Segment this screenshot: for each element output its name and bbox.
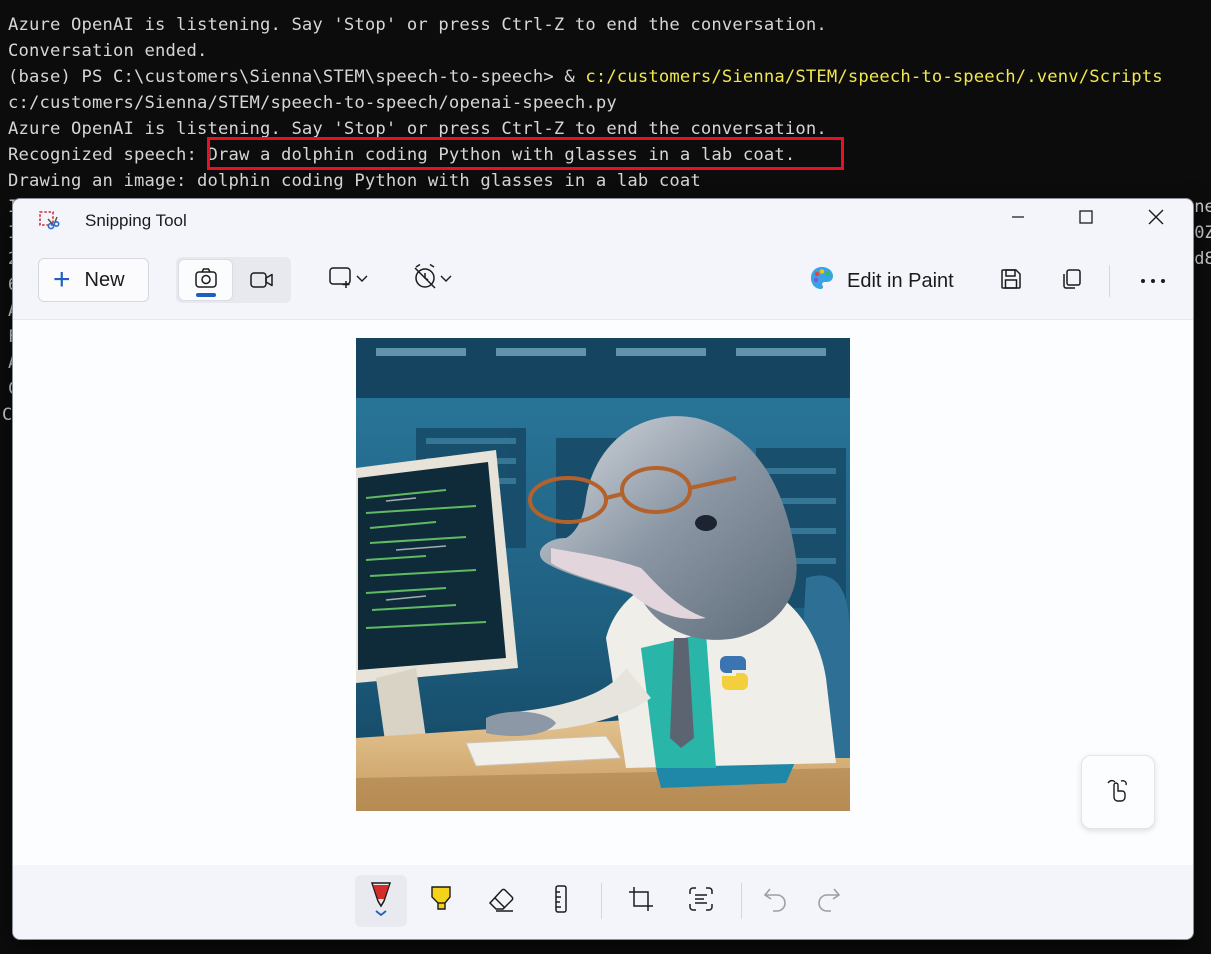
save-button[interactable] [993,263,1029,299]
video-icon [249,269,275,291]
redo-icon [815,885,843,918]
new-button-label: New [84,268,125,291]
more-icon [1140,272,1166,290]
terminal-line: Azure OpenAI is listening. Say 'Stop' or… [8,15,827,35]
recording-mode-button[interactable] [236,259,289,301]
ruler-icon [551,884,571,919]
terminal-line: (base) PS C:\customers\Sienna\STEM\speec… [8,64,1163,90]
eraser-icon [486,885,516,918]
ballpoint-pen-icon [366,879,396,924]
capture-mode-toggle [176,257,291,303]
more-options-button[interactable] [1133,263,1173,299]
eraser-button[interactable] [475,875,527,927]
recognized-label: Recognized speech: [8,145,208,165]
edit-in-paint-button[interactable]: Edit in Paint [809,265,954,297]
terminal-line: Drawing an image: dolphin coding Python … [8,171,701,191]
chevron-down-icon [439,270,453,288]
minimize-button[interactable] [983,199,1053,239]
touch-writing-icon [1105,777,1131,808]
plus-icon: + [53,263,71,296]
terminal-line: c:/customers/Sienna/STEM/speech-to-speec… [8,93,617,113]
active-mode-indicator [196,293,216,297]
top-toolbar: + New Edit in Paint [13,243,1193,319]
toolbar-divider [1109,265,1110,297]
ballpoint-pen-button[interactable] [355,875,407,927]
window-title: Snipping Tool [85,211,187,230]
copy-button[interactable] [1053,263,1089,299]
copy-icon [1059,267,1083,296]
toolbar-divider [601,883,602,919]
markup-toolbar [13,865,1193,939]
paint-palette-icon [809,265,847,297]
crop-icon [627,885,655,918]
undo-icon [761,885,789,918]
minimize-icon [1010,209,1026,230]
prompt-text: (base) PS C:\customers\Sienna\STEM\speec… [8,67,586,87]
edit-in-paint-label: Edit in Paint [847,269,954,292]
terminal-line: Conversation ended. [8,41,208,61]
close-button[interactable] [1121,199,1191,239]
maximize-button[interactable] [1051,199,1121,239]
snipping-tool-icon [37,209,61,233]
highlighter-button[interactable] [415,875,467,927]
title-bar[interactable]: Snipping Tool [13,199,1193,243]
command-path: c:/customers/Sienna/STEM/speech-to-speec… [585,67,1163,87]
screenshot-mode-button[interactable] [178,259,233,301]
captured-image[interactable] [356,338,850,811]
close-icon [1147,208,1165,231]
redo-button[interactable] [803,875,855,927]
highlight-annotation-box [207,137,844,170]
chevron-down-icon [355,270,369,288]
toolbar-divider [741,883,742,919]
touch-writing-button[interactable] [1081,755,1155,829]
text-actions-icon [687,885,715,918]
snipping-tool-window: Snipping Tool + New Edit in Paint [12,198,1194,940]
save-icon [999,267,1023,296]
timer-dropdown[interactable] [407,263,457,295]
undo-button[interactable] [749,875,801,927]
dolphin-illustration [356,338,850,811]
snip-mode-dropdown[interactable] [323,263,373,295]
timer-off-icon [411,263,439,296]
maximize-icon [1078,209,1094,230]
terminal-peek-char: C [2,405,13,425]
rectangle-snip-icon [327,264,355,295]
camera-icon [194,267,218,289]
crop-button[interactable] [615,875,667,927]
highlighter-icon [427,884,455,919]
text-actions-button[interactable] [675,875,727,927]
ruler-button[interactable] [535,875,587,927]
new-snip-button[interactable]: + New [38,258,149,302]
